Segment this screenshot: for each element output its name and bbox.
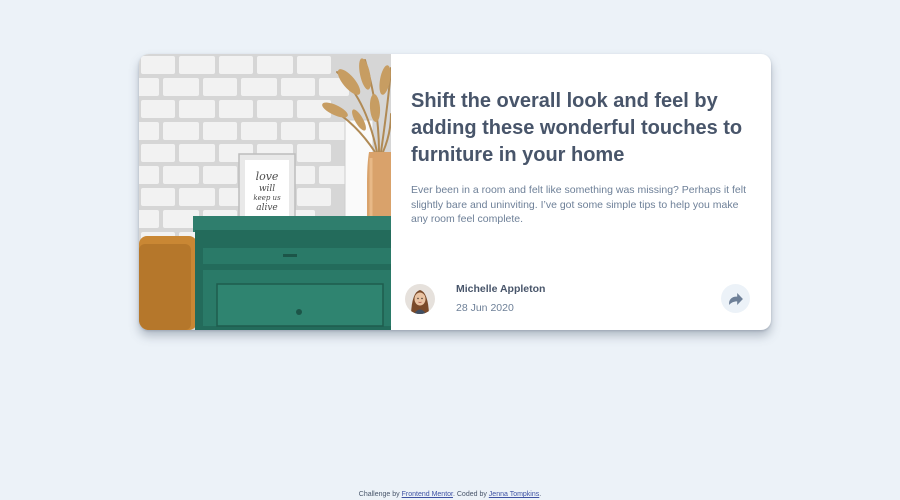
article-image: love will keep us alive	[139, 54, 391, 330]
svg-text:keep us: keep us	[253, 194, 281, 202]
author-avatar	[405, 284, 435, 314]
svg-text:alive: alive	[256, 203, 278, 213]
author-info: Michelle Appleton 28 Jun 2020	[405, 283, 545, 315]
publish-date: 28 Jun 2020	[456, 302, 514, 314]
share-icon	[728, 292, 743, 305]
article-title: Shift the overall look and feel by addin…	[411, 90, 743, 166]
author-text: Michelle Appleton 28 Jun 2020	[456, 283, 545, 315]
share-button[interactable]	[721, 284, 750, 313]
attribution-middle: . Coded by	[452, 491, 487, 498]
article-description: Ever been in a room and felt like someth…	[411, 184, 747, 225]
frontend-mentor-link[interactable]: Frontend Mentor	[402, 491, 453, 498]
article-card: love will keep us alive Shift the overal…	[139, 54, 771, 330]
svg-text:will: will	[259, 184, 275, 194]
attribution-footer: Challenge by Frontend Mentor. Coded by J…	[0, 490, 900, 499]
svg-text:love: love	[256, 170, 279, 183]
attribution-prefix: Challenge by	[358, 491, 400, 498]
article-content: Shift the overall look and feel by addin…	[391, 54, 771, 330]
author-name: Michelle Appleton	[456, 283, 546, 295]
author-link[interactable]: Jenna Tompkins	[489, 491, 539, 498]
attribution-suffix: .	[539, 491, 542, 498]
